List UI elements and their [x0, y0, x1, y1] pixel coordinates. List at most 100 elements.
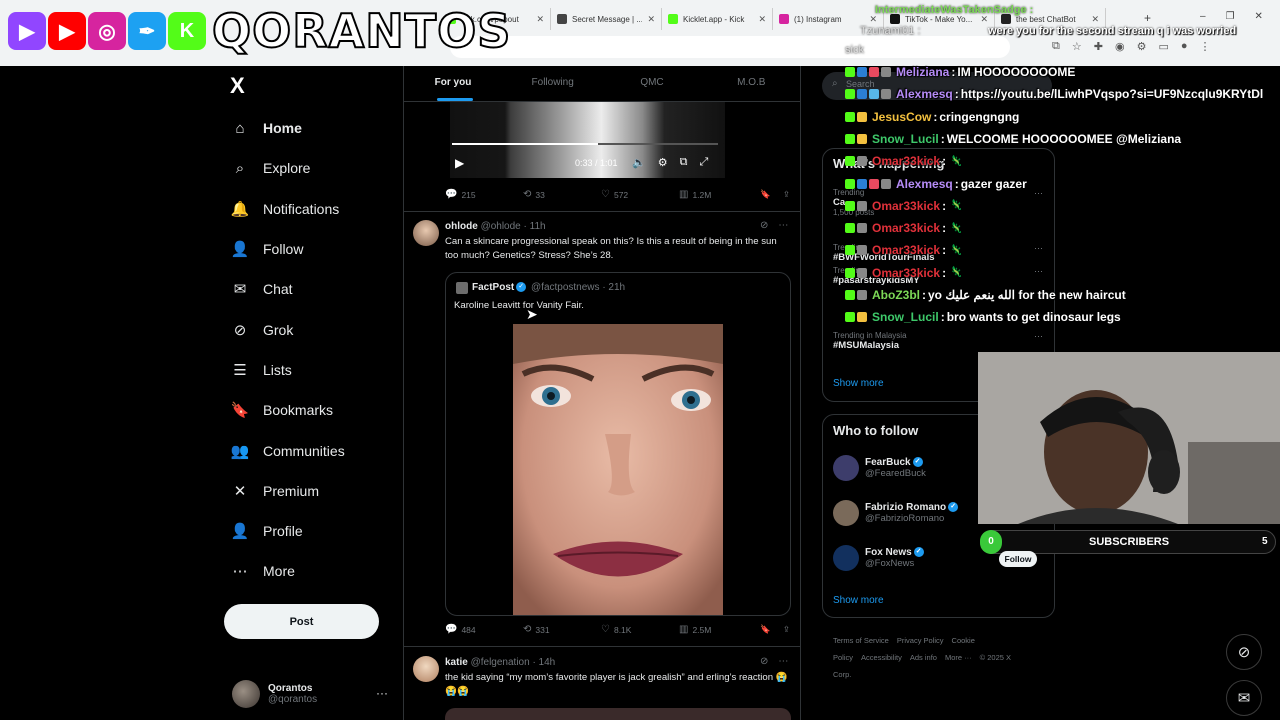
close-icon[interactable]: ✕	[1091, 14, 1099, 25]
reply-count: 484	[461, 624, 476, 635]
nav-item-label: Explore	[263, 160, 311, 177]
fullscreen-icon[interactable]: ⤢	[699, 156, 708, 169]
profile-icon[interactable]: ●	[1181, 40, 1188, 53]
views-button[interactable]: ▥ 1.2M	[679, 189, 711, 200]
account-switcher[interactable]: Qorantos @qorantos	[232, 680, 392, 708]
nav-item-label: Lists	[263, 361, 292, 378]
views-button[interactable]: ▥ 2.5M	[679, 624, 711, 635]
avatar[interactable]	[413, 656, 439, 682]
settings-icon[interactable]: ⚙	[658, 156, 668, 169]
social-badges: ▶ ▶ ◎ ✒ K	[8, 12, 206, 50]
nav-item-bookmarks[interactable]: 🔖 Bookmarks	[228, 390, 345, 430]
nav-item-follow[interactable]: 👤 Follow	[228, 229, 345, 269]
chat-separator: :	[954, 176, 959, 191]
footer-link[interactable]: Terms of Service	[833, 636, 889, 645]
tab-qmc[interactable]: QMC	[602, 66, 701, 101]
more-icon[interactable]: ⋯	[1034, 243, 1043, 254]
footer-link[interactable]: Privacy Policy	[897, 636, 944, 645]
pip-icon[interactable]: ⧉	[680, 156, 688, 169]
tweet-author-handle[interactable]: @felgenation	[471, 657, 530, 668]
nav-item-chat[interactable]: ✉ Chat	[228, 269, 345, 309]
volume-icon[interactable]: 🔈	[632, 156, 646, 169]
who-to-follow-show-more-link[interactable]: Show more	[833, 595, 884, 606]
more-icon[interactable]: ⋯	[778, 220, 788, 231]
more-icon[interactable]: ⋯	[1034, 188, 1043, 199]
more-icon[interactable]: ⋯	[1034, 266, 1043, 277]
star-icon[interactable]: ☆	[1072, 40, 1082, 53]
tweet-time[interactable]: · 14h	[532, 657, 555, 668]
x-logo[interactable]: X	[230, 73, 245, 99]
puzzle-icon[interactable]: ✚	[1094, 40, 1103, 53]
share-icon[interactable]: ⇪	[783, 624, 790, 635]
nav-item-lists[interactable]: ☰ Lists	[228, 350, 345, 390]
extension-icon[interactable]: ⧉	[1052, 40, 1060, 53]
nav-item-label: Grok	[263, 321, 294, 338]
footer-link[interactable]: Accessibility	[861, 653, 902, 662]
share-icon[interactable]: ⇪	[783, 189, 790, 200]
reply-button[interactable]: 💬 484	[445, 624, 523, 635]
trends-show-more-link[interactable]: Show more	[833, 378, 884, 389]
sidebar-icon[interactable]: ▭	[1158, 40, 1168, 53]
close-icon[interactable]: ✕	[647, 14, 655, 25]
nav-item-communities[interactable]: 👥 Communities	[228, 430, 345, 470]
quote-author-handle: @factpostnews	[531, 282, 600, 293]
nav-item-more[interactable]: ⋯ More	[228, 551, 345, 591]
nav-item-premium[interactable]: ✕ Premium	[228, 471, 345, 511]
grok-fab-button[interactable]: ⊘	[1226, 634, 1262, 670]
browser-tab[interactable]: Secret Message | ... ✕	[551, 8, 662, 30]
minimize-icon[interactable]: –	[1200, 11, 1206, 22]
chat-badge-icon	[845, 111, 855, 122]
nav-item-grok[interactable]: ⊘ Grok	[228, 309, 345, 349]
post-button[interactable]: Post	[224, 604, 379, 639]
tab-following[interactable]: Following	[503, 66, 602, 101]
repost-icon: ⟲	[523, 189, 532, 200]
repost-button[interactable]: ⟲ 33	[523, 189, 601, 200]
nav-item-explore[interactable]: ⌕ Explore	[228, 148, 345, 188]
menu-icon[interactable]: ⋮	[1200, 40, 1211, 53]
nav-item-profile[interactable]: 👤 Profile	[228, 511, 345, 551]
close-icon[interactable]: ✕	[1255, 11, 1263, 22]
repost-button[interactable]: ⟲ 331	[523, 624, 601, 635]
footer-link[interactable]: More ···	[945, 653, 972, 662]
tweet-media[interactable]	[445, 708, 791, 720]
more-icon[interactable]: ⋯	[1034, 331, 1043, 342]
chat-badge-icon	[845, 178, 855, 189]
like-button[interactable]: ♡ 572	[601, 189, 679, 200]
tweet-author-name[interactable]: katie	[445, 657, 468, 668]
account-more-icon[interactable]: ···	[376, 686, 388, 700]
like-button[interactable]: ♡ 8.1K	[601, 624, 679, 635]
reply-button[interactable]: 💬 215	[445, 189, 523, 200]
tab-m-o-b[interactable]: M.O.B	[702, 66, 801, 101]
tab-for-you[interactable]: For you	[403, 66, 503, 101]
tts-icon[interactable]: ◉	[1115, 40, 1125, 53]
bookmark-icon[interactable]: 🔖	[760, 189, 771, 200]
nav-item-home[interactable]: ⌂ Home	[228, 108, 345, 148]
settings-icon[interactable]: ⚙	[1137, 40, 1147, 53]
avatar[interactable]	[413, 220, 439, 246]
new-tab-button[interactable]: +	[1144, 11, 1151, 25]
tweet-time[interactable]: · 11h	[524, 221, 546, 232]
more-icon[interactable]: ⋯	[778, 656, 788, 667]
browser-tab[interactable]: Kicklet.app - Kick ✕	[662, 8, 773, 30]
close-icon[interactable]: ✕	[758, 14, 766, 25]
close-icon[interactable]: ✕	[536, 14, 544, 25]
trend-item[interactable]: Trending in Malaysia #MSUMalaysia ⋯	[833, 331, 1043, 351]
tweet-author-handle[interactable]: @ohlode	[481, 221, 521, 232]
grok-icon[interactable]: ⊘	[760, 220, 768, 231]
footer-link[interactable]: Ads info	[910, 653, 937, 662]
grok-icon[interactable]: ⊘	[760, 656, 768, 667]
messages-fab-button[interactable]: ✉	[1226, 680, 1262, 716]
maximize-icon[interactable]: ❐	[1226, 11, 1235, 22]
more-icon: ⋯	[232, 563, 248, 581]
quote-image[interactable]	[513, 324, 723, 615]
play-icon[interactable]: ▶	[455, 156, 464, 170]
nav-item-notifications[interactable]: 🔔 Notifications	[228, 189, 345, 229]
tweet-author-name[interactable]: ohlode	[445, 221, 478, 232]
bookmark-icon[interactable]: 🔖	[760, 624, 771, 635]
address-bar[interactable]	[450, 36, 1010, 58]
verified-icon: ✓	[516, 282, 527, 293]
follow-button[interactable]: Follow	[999, 551, 1037, 567]
emote-icon: 🦎	[950, 267, 963, 279]
quote-time: · 21h	[602, 282, 626, 293]
emote-icon: 🦎	[950, 244, 963, 256]
